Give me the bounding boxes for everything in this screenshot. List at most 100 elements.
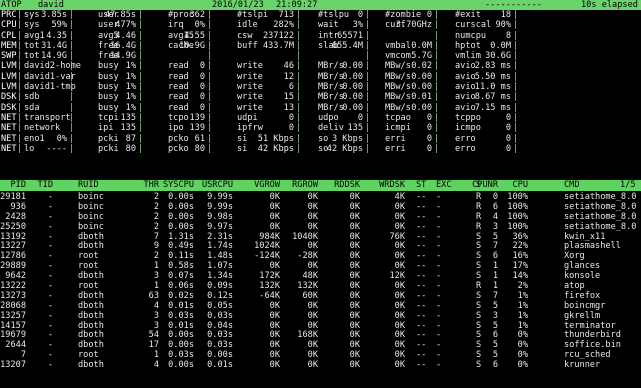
process-row[interactable]: 7- root 1 0.03s 0.00s 0K 0K 0K 0K -- - S 5 0% rcu_sche… [0, 350, 641, 360]
column-header[interactable]: 1/5 [620, 180, 636, 190]
sys-col-separator: | [69, 112, 75, 123]
sys-col-separator: | [69, 71, 75, 82]
process-row[interactable]: 13207- dboth 4 0.00s 0.01s 0K 0K 0K 0K -- - S 6 0% kru… [0, 360, 641, 370]
column-header[interactable]: CPU [468, 180, 528, 190]
sys-col-separator: | [365, 20, 371, 31]
process-table[interactable]: 29181- boinc 2 0.00s 9.99s 0K 0K 0K 4K -- - R 0 100% s… [0, 192, 641, 370]
column-header[interactable]: ST [416, 180, 426, 190]
process-row[interactable]: 14157- dboth 3 0.01s 0.04s 0K 0K 0K 0K -- - S 5 1% ter… [0, 321, 641, 331]
process-cell: 100% [507, 211, 528, 222]
sys-label: csw [237, 30, 253, 41]
sys-value: 362 [189, 10, 205, 20]
sys-col-separator: | [207, 92, 213, 103]
sys-row: SWP | tot 14.9G | free 14.9G | | | | vmcom 5.7G | vmli… [0, 51, 641, 61]
sys-value: 0 [426, 143, 432, 154]
sys-col-separator: | [365, 102, 371, 113]
sys-value: 0.01 [411, 92, 432, 103]
sys-value: 4.55 [184, 30, 205, 41]
sys-value: 655.4M [331, 40, 363, 51]
process-cell: -- [416, 192, 427, 202]
process-row[interactable]: 12786- root 2 0.11s 1.48s -124K -28K 0K 0K -- - S 6 1… [0, 251, 641, 261]
process-cell: -- [416, 281, 427, 292]
process-cell: 0% [517, 340, 528, 351]
time: 21:09:27 [276, 0, 318, 10]
process-row[interactable]: 25250- boinc 2 0.00s 9.97s 0K 0K 0K 0K -- - R 3 100% s… [0, 222, 641, 232]
sys-col-separator: | [513, 123, 519, 134]
process-cell: 0K [394, 320, 405, 331]
sys-value: 16.4G [110, 40, 136, 51]
sys-value: 80 [194, 143, 205, 154]
process-cell: 0K [394, 340, 405, 351]
sys-value: 2.83 ms [474, 61, 511, 72]
column-header[interactable]: TID [0, 180, 53, 190]
sys-col-separator: | [138, 92, 144, 103]
process-cell: root [78, 350, 99, 361]
sys-row-separator: | [17, 51, 23, 62]
sys-col-separator: | [69, 123, 75, 134]
sys-value: 0 [199, 92, 205, 103]
sys-value: 0.00 [342, 82, 363, 93]
sys-col-separator: | [69, 143, 75, 154]
sys-col-separator: | [513, 143, 519, 154]
process-cell: setiathome_8.0 [564, 192, 637, 202]
sys-value: 0 [505, 133, 511, 144]
process-cell: 100% [507, 201, 528, 212]
sys-col-separator: | [365, 10, 371, 20]
process-cell: 100% [507, 192, 528, 202]
sys-value: 51 Kbps [257, 133, 294, 144]
sys-col-separator: | [69, 51, 75, 62]
process-cell: - [47, 241, 53, 252]
sys-value: 477% [115, 20, 136, 31]
process-cell: -- [416, 320, 427, 331]
column-header[interactable]: CMD [564, 180, 580, 190]
process-row[interactable]: 2428- boinc 2 0.00s 9.98s 0K 0K 0K 0K -- - R 4 100% se… [0, 212, 641, 222]
process-cell: 0% [517, 350, 528, 361]
sys-value: 0.00 [342, 102, 363, 113]
sys-col-separator: | [138, 143, 144, 154]
process-cell: -- [416, 201, 427, 212]
sys-col-separator: | [365, 92, 371, 103]
column-header[interactable]: RUID [78, 180, 99, 190]
process-row[interactable]: 13273- dboth 63 0.02s 0.12s -64K 60K 0K 0K -- - S 7 1… [0, 291, 641, 301]
process-cell: terminator [564, 320, 616, 331]
process-row[interactable]: 28068- dboth 4 0.01s 0.05s 0K 0K 0K 0K -- - S 5 1% boi… [0, 301, 641, 311]
process-cell: 2% [517, 281, 528, 292]
sys-value: 87 [125, 133, 136, 144]
sys-value: 0 [199, 61, 205, 72]
sys-value: 46 [283, 61, 294, 72]
process-cell: - [47, 300, 53, 311]
process-row[interactable]: 29889- root 1 0.58s 1.07s 0K 0K 0K 0K -- - S 1 17% gla… [0, 261, 641, 271]
sys-value: 713 [278, 10, 294, 20]
sys-value: 0.00 [342, 71, 363, 82]
sys-value: 31.4G [41, 40, 67, 51]
column-header[interactable]: WRDSK [345, 180, 405, 190]
process-cell: - [47, 330, 53, 341]
process-row[interactable]: 936- boinc 2 0.00s 9.99s 0K 0K 0K 0K -- - R 6 100% set… [0, 202, 641, 212]
process-row[interactable]: 29181- boinc 2 0.00s 9.99s 0K 0K 0K 4K -- - R 0 100% s… [0, 192, 641, 202]
process-row[interactable]: 13257- dboth 3 0.03s 0.03s 0K 0K 0K 0K -- - S 3 1% gkr… [0, 311, 641, 321]
process-row[interactable]: 2644- dboth 17 0.00s 0.03s 0K 0K 0K 0K -- - S 5 0% sof… [0, 340, 641, 350]
sys-value: 0 [199, 71, 205, 82]
sys-col-separator: | [138, 123, 144, 134]
sys-value: 30.6G [485, 51, 511, 62]
sys-col-separator: | [207, 20, 213, 31]
sys-value: 0 [426, 123, 432, 134]
process-cell: kwin_x11 [564, 231, 606, 242]
sys-col-separator: | [513, 92, 519, 103]
sys-value: 0 [199, 82, 205, 93]
process-row[interactable]: 9642- dboth 3 0.07s 1.34s 172K 48K 0K 12K -- - S 1 14… [0, 271, 641, 281]
sys-value: 0% [56, 133, 67, 144]
process-row[interactable]: 13227- dboth 9 0.49s 1.74s 1024K 0K 0K 0K -- - S 7 22… [0, 241, 641, 251]
process-cell: - [47, 261, 53, 272]
sys-value: 0 [288, 112, 294, 123]
sys-col-separator: | [138, 40, 144, 51]
sys-col-separator: | [513, 40, 519, 51]
sys-col-separator: | [365, 61, 371, 72]
process-row[interactable]: 13192- dboth 7 1.31s 2.31s 984K 1040K 0K 76K -- - S… [0, 232, 641, 242]
process-row[interactable]: 13222- root 1 0.06s 0.09s 132K 132K 0K 0K -- - R 1 2%… [0, 281, 641, 291]
sys-label: david1-tmp [24, 82, 76, 93]
sys-col-separator: | [296, 123, 302, 134]
sys-col-separator: | [138, 82, 144, 93]
process-row[interactable]: 19679- dboth 54 0.00s 0.03s 0K 168K 0K 0K -- - S 6 0%… [0, 330, 641, 340]
sys-col-separator: | [207, 10, 213, 20]
